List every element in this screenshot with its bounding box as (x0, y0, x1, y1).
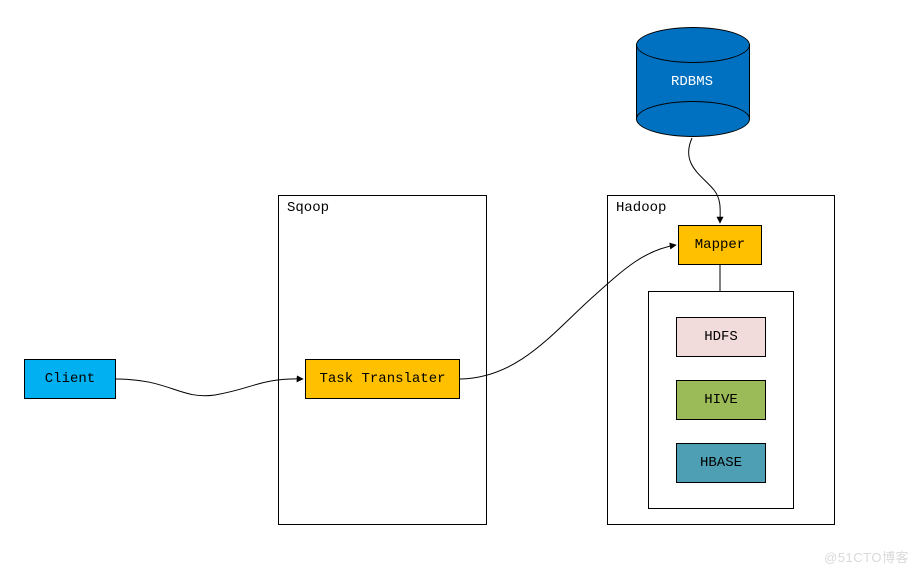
task-translater-text: Task Translater (319, 371, 445, 387)
hbase-text: HBASE (700, 455, 742, 471)
mapper-text: Mapper (695, 237, 745, 253)
hdfs-box: HDFS (676, 317, 766, 357)
arrow-client-to-translater (116, 379, 303, 396)
hive-box: HIVE (676, 380, 766, 420)
task-translater-box: Task Translater (305, 359, 460, 399)
hbase-box: HBASE (676, 443, 766, 483)
client-text: Client (45, 371, 95, 387)
hadoop-label: Hadoop (616, 200, 666, 216)
hdfs-text: HDFS (704, 329, 738, 345)
hive-text: HIVE (704, 392, 738, 408)
mapper-box: Mapper (678, 225, 762, 265)
rdbms-label: RDBMS (636, 28, 748, 136)
watermark: @51CTO博客 (824, 547, 909, 566)
sqoop-label: Sqoop (287, 200, 329, 216)
client-box: Client (24, 359, 116, 399)
